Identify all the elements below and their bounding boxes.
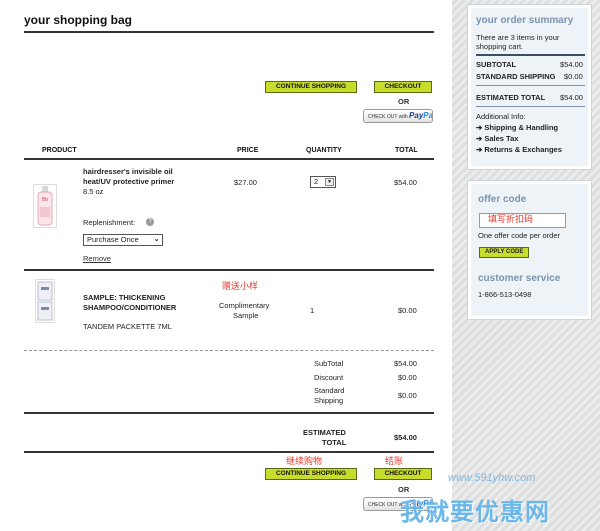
sample-price-line2: Sample — [233, 311, 259, 320]
summary-shipping-label: STANDARD SHIPPING — [476, 72, 556, 81]
summary-subtotal-label: SUBTOTAL — [476, 60, 517, 69]
summary-intro-1: There are 3 items in your — [476, 33, 560, 42]
item-size: 8.5 oz — [83, 187, 104, 196]
estimated-total-value: $54.00 — [394, 433, 417, 442]
annotation-checkout: 结账 — [385, 457, 404, 467]
chevron-down-icon: ⌄ — [153, 236, 160, 243]
page-title: your shopping bag — [24, 13, 132, 27]
paypal-checkout-button-top[interactable]: CHECK OUT with PayPal — [363, 109, 433, 123]
customer-service-phone: 1-866-513-0498 — [478, 290, 532, 299]
summary-estimated-value: $54.00 — [560, 93, 583, 102]
watermark-logo: 我就要优惠网 — [400, 498, 550, 526]
sample-name-line1: SAMPLE: THICKENING — [83, 293, 166, 302]
additional-info-label: Additional Info: — [476, 112, 526, 121]
quantity-select[interactable]: 2 ▼ — [310, 176, 336, 188]
divider — [476, 106, 585, 107]
item-total: $54.00 — [394, 178, 417, 187]
continue-shopping-button-bottom[interactable]: CONTINUE SHOPPING — [265, 468, 357, 480]
paypal-small-text: CHECK OUT with — [368, 114, 408, 120]
column-price: PRICE — [237, 147, 259, 154]
order-summary-title: your order summary — [476, 15, 574, 26]
item-price: $27.00 — [234, 178, 257, 187]
sample-price-line1: Complimentary — [219, 301, 270, 310]
shipping-label-1: Standard — [314, 386, 345, 395]
sample-quantity: 1 — [310, 306, 315, 315]
watermark-url: www.591yhw.com — [448, 472, 536, 484]
discount-label: Discount — [314, 373, 344, 382]
sample-image[interactable] — [35, 279, 55, 323]
customer-service-title: customer service — [478, 273, 561, 284]
estimated-label-1: ESTIMATED — [303, 428, 346, 437]
svg-text:Bb: Bb — [42, 197, 48, 203]
checkout-button-top[interactable]: CHECKOUT — [374, 81, 432, 93]
sample-total: $0.00 — [398, 306, 417, 315]
discount-value: $0.00 — [398, 373, 417, 382]
continue-shopping-button-top[interactable]: CONTINUE SHOPPING — [265, 81, 357, 93]
remove-link[interactable]: Remove — [83, 254, 111, 263]
order-summary-panel: your order summary There are 3 items in … — [467, 4, 592, 170]
sample-name-line2: SHAMPOO/CONDITIONER — [83, 303, 177, 312]
column-product: PRODUCT — [42, 147, 77, 154]
column-total: TOTAL — [395, 147, 418, 154]
sample-subtitle: TANDEM PACKETTE 7ML — [83, 322, 172, 331]
column-quantity: QUANTITY — [306, 147, 342, 154]
divider — [24, 269, 434, 271]
shipping-label-2: Shipping — [314, 396, 344, 405]
summary-shipping-value: $0.00 — [564, 72, 583, 81]
subtotal-label: SubTotal — [314, 359, 344, 368]
summary-subtotal-value: $54.00 — [560, 60, 583, 69]
summary-estimated-label: ESTIMATED TOTAL — [476, 93, 546, 102]
shipping-handling-link[interactable]: ➔ Shipping & Handling — [476, 123, 558, 132]
offer-code-input[interactable]: 填写折扣码 — [479, 213, 566, 228]
item-name-line1[interactable]: hairdresser's invisible oil — [83, 167, 173, 176]
product-image[interactable]: Bb — [33, 184, 57, 228]
checkout-button-bottom[interactable]: CHECKOUT — [374, 468, 432, 480]
divider — [24, 31, 434, 33]
apply-code-button[interactable]: APPLY CODE — [479, 247, 530, 258]
item-name-line2[interactable]: heat/UV protective primer — [83, 177, 174, 186]
replenishment-label: Replenishment: — [83, 218, 136, 227]
divider — [24, 412, 434, 414]
offer-code-panel: offer code 填写折扣码 One offer code per orde… — [467, 180, 592, 320]
shipping-value: $0.00 — [398, 391, 417, 400]
chevron-down-icon: ▼ — [325, 178, 334, 186]
returns-exchanges-link[interactable]: ➔ Returns & Exchanges — [476, 145, 562, 154]
divider — [24, 451, 434, 453]
purchase-option-select[interactable]: Purchase Once ⌄ — [83, 234, 163, 246]
divider — [476, 85, 585, 86]
offer-code-note: One offer code per order — [478, 231, 560, 240]
or-label: OR — [398, 97, 410, 106]
divider — [24, 350, 434, 351]
divider — [476, 54, 585, 56]
shopping-bag-main: your shopping bag CONTINUE SHOPPING CHEC… — [0, 0, 452, 531]
estimated-label-2: TOTAL — [322, 438, 347, 447]
divider — [24, 158, 434, 160]
offer-code-title: offer code — [478, 194, 527, 205]
summary-intro-2: shopping cart. — [476, 42, 524, 51]
annotation-free-sample: 赠送小样 — [222, 282, 259, 292]
paypal-logo: PayPal — [409, 111, 433, 120]
annotation-continue: 继续购物 — [286, 457, 323, 467]
sales-tax-link[interactable]: ➔ Sales Tax — [476, 134, 518, 143]
subtotal-value: $54.00 — [394, 359, 417, 368]
help-icon[interactable]: ? — [146, 218, 154, 226]
